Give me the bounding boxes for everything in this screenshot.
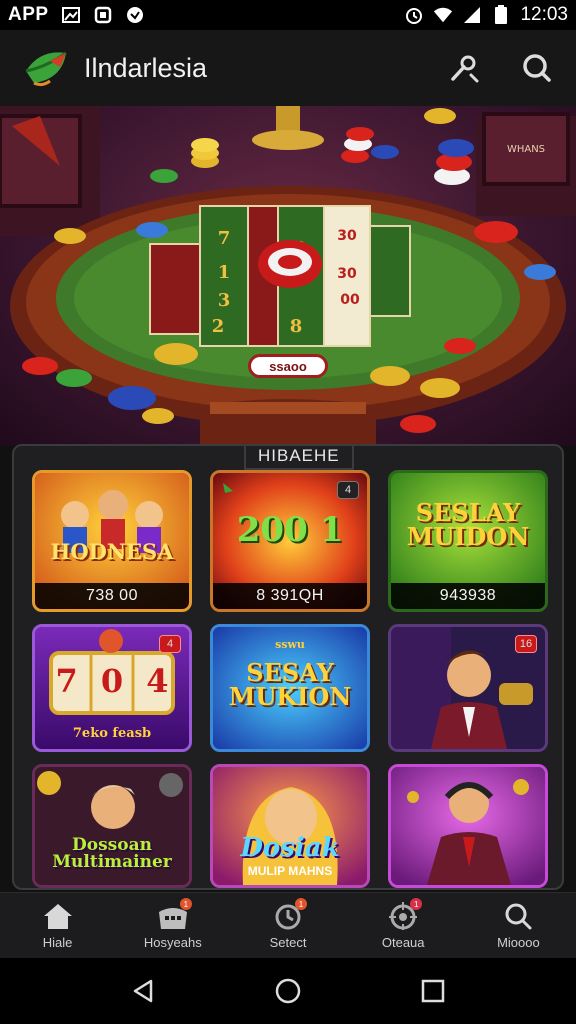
- sign-text: WHANS: [507, 144, 545, 155]
- status-app-label: APP: [8, 4, 49, 25]
- square-icon: [93, 5, 113, 25]
- nav-item-store[interactable]: 1 Hosyeahs: [115, 893, 230, 958]
- game-art: [391, 767, 545, 885]
- table-number: 8: [290, 316, 303, 337]
- settings-tool-icon[interactable]: [444, 48, 484, 88]
- status-bar: APP 12:03: [0, 0, 576, 30]
- game-tile[interactable]: SESLAY MUIDON 943938: [388, 470, 548, 612]
- nav-item-search[interactable]: Mioooo: [461, 893, 576, 958]
- nav-item-home[interactable]: Hiale: [0, 893, 115, 958]
- game-title-art: 7 0 4: [55, 662, 169, 700]
- app-bar: Ilndarlesia: [0, 30, 576, 106]
- status-time: 12:03: [520, 4, 568, 25]
- bottom-nav: Hiale 1 Hosyeahs 1 Setect 1 Oteaua Miooo…: [0, 892, 576, 958]
- back-icon[interactable]: [123, 971, 163, 1011]
- shield-icon: [125, 5, 145, 25]
- nav-label: Hiale: [42, 935, 73, 950]
- poker-table-illustration: WHANS 7 1 3 2 9 8 30 30 00: [0, 106, 576, 446]
- game-title-art: Dosiak: [240, 833, 340, 863]
- search-icon: [501, 901, 535, 931]
- hero-banner[interactable]: WHANS 7 1 3 2 9 8 30 30 00: [0, 106, 576, 446]
- game-caption: 738 00: [35, 583, 189, 609]
- store-icon: 1: [156, 898, 192, 931]
- table-number: 1: [218, 262, 231, 283]
- nav-label: Hosyeahs: [143, 935, 202, 950]
- section-title: HIBAEHE: [244, 446, 354, 470]
- nav-item-select[interactable]: 1 Setect: [230, 893, 345, 958]
- game-tile[interactable]: Dossoan Multimainer: [32, 764, 192, 888]
- game-tile[interactable]: HODNESA 738 00: [32, 470, 192, 612]
- game-subtitle-art: 7eko feasb: [72, 726, 152, 741]
- app-title: Ilndarlesia: [84, 52, 208, 83]
- game-tile[interactable]: 16: [388, 624, 548, 752]
- alarm-icon: [404, 5, 424, 25]
- recents-icon[interactable]: [413, 971, 453, 1011]
- table-col-label: 00: [340, 292, 360, 308]
- nav-label: Mioooo: [497, 935, 540, 950]
- game-badge: 4: [337, 481, 359, 499]
- game-badge: 4: [159, 635, 181, 653]
- game-subtitle-art: MULIP MAHNS: [247, 864, 333, 878]
- nav-badge: 1: [410, 898, 423, 910]
- nav-label: Setect: [269, 935, 307, 950]
- home-icon: [41, 901, 75, 931]
- game-tile[interactable]: 4 7 0 4 7eko feasb: [32, 624, 192, 752]
- game-title-art: Dossoan Multimainer: [52, 835, 172, 872]
- game-caption: 8 391QH: [213, 583, 367, 609]
- table-number: 2: [212, 316, 225, 337]
- nav-label: Oteaua: [381, 935, 425, 950]
- game-title-art: HODNESA: [50, 539, 174, 564]
- nav-badge: 1: [295, 898, 307, 910]
- system-nav-bar: [0, 958, 576, 1024]
- table-col-label: 30: [337, 228, 357, 244]
- target-icon: 1: [386, 898, 423, 931]
- home-circle-icon[interactable]: [268, 971, 308, 1011]
- game-top-label: sswu: [275, 638, 305, 651]
- table-number: 7: [218, 228, 231, 249]
- nav-item-target[interactable]: 1 Oteaua: [346, 893, 461, 958]
- table-number: 3: [218, 290, 231, 311]
- search-icon[interactable]: [516, 48, 556, 88]
- table-col-label: 30: [337, 266, 357, 282]
- game-tile[interactable]: [388, 764, 548, 888]
- signal-icon: [462, 5, 482, 25]
- image-icon: [61, 5, 81, 25]
- game-title-art: 200 1: [236, 510, 344, 550]
- game-tile[interactable]: 4 200 1 8 391QH: [210, 470, 370, 612]
- game-tile[interactable]: Dosiak MULIP MAHNS: [210, 764, 370, 888]
- refresh-icon: 1: [271, 898, 307, 931]
- games-section: HIBAEHE HODNESA 738 00 4 200 1 8 391QH S…: [12, 444, 564, 890]
- game-title-art: SESAY MUKION: [228, 658, 352, 711]
- promo-button[interactable]: ssaoo: [248, 354, 328, 378]
- leaf-logo-icon: [20, 41, 74, 95]
- game-badge: 16: [515, 635, 537, 653]
- game-title-art: SESLAY MUIDON: [406, 498, 530, 551]
- wifi-icon: [433, 5, 453, 25]
- nav-badge: 1: [179, 898, 192, 910]
- battery-icon: [491, 5, 511, 25]
- game-tile[interactable]: sswu SESAY MUKION: [210, 624, 370, 752]
- game-caption: 943938: [391, 583, 545, 609]
